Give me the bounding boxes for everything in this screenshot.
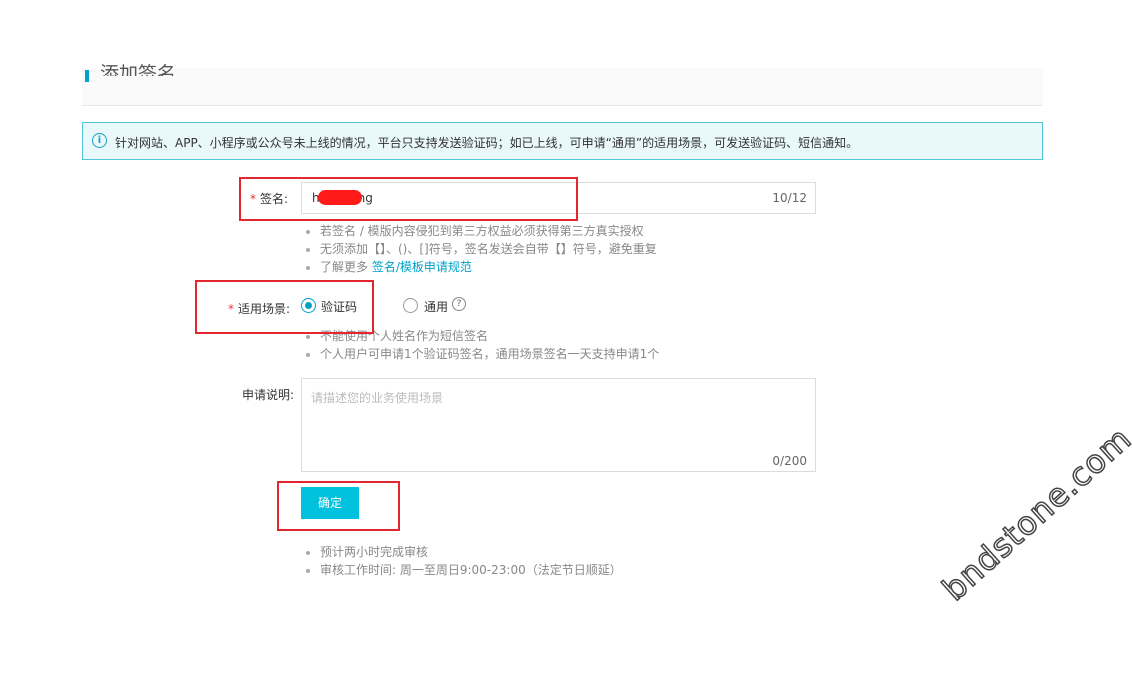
description-counter: 0/200 — [772, 454, 807, 468]
list-item: 若签名 / 模版内容侵犯到第三方权益必须获得第三方真实授权 — [306, 222, 657, 240]
list-item: 无须添加【】、()、[]符号，签名发送会自带【】符号，避免重复 — [306, 240, 657, 258]
info-icon: i — [92, 133, 107, 148]
spec-link[interactable]: 签名/模板申请规范 — [372, 260, 472, 274]
title-accent-bar — [85, 70, 89, 82]
description-textarea[interactable]: 请描述您的业务使用场景 0/200 — [301, 378, 816, 472]
list-item: 了解更多 签名/模板申请规范 — [306, 258, 657, 276]
list-item: 个人用户可申请1个验证码签名，通用场景签名一天支持申请1个 — [306, 345, 659, 363]
highlight-box-signature — [239, 177, 578, 221]
footer-tips: 预计两小时完成审核 审核工作时间: 周一至周日9:00-23:00（法定节日顺延… — [306, 543, 622, 579]
description-placeholder: 请描述您的业务使用场景 — [311, 391, 444, 405]
description-label: 申请说明: — [242, 388, 295, 402]
page-header: 添加签名 — [82, 63, 1043, 106]
highlight-box-submit — [277, 481, 400, 531]
question-circle-icon[interactable]: ? — [452, 297, 466, 311]
radio-general[interactable] — [403, 298, 418, 313]
list-item: 审核工作时间: 周一至周日9:00-23:00（法定节日顺延） — [306, 561, 622, 579]
radio-label-general[interactable]: 通用 — [424, 298, 448, 315]
watermark: bndstone.com — [934, 419, 1132, 609]
signature-counter: 10/12 — [772, 191, 807, 205]
list-item: 预计两小时完成审核 — [306, 543, 622, 561]
signature-tips: 若签名 / 模版内容侵犯到第三方权益必须获得第三方真实授权 无须添加【】、()、… — [306, 222, 657, 276]
notice-banner: i 针对网站、APP、小程序或公众号未上线的情况，平台只支持发送验证码；如已上线… — [82, 122, 1043, 160]
notice-text: 针对网站、APP、小程序或公众号未上线的情况，平台只支持发送验证码；如已上线，可… — [115, 136, 859, 150]
page-title: 添加签名 — [100, 63, 177, 76]
highlight-box-scene — [195, 280, 374, 334]
